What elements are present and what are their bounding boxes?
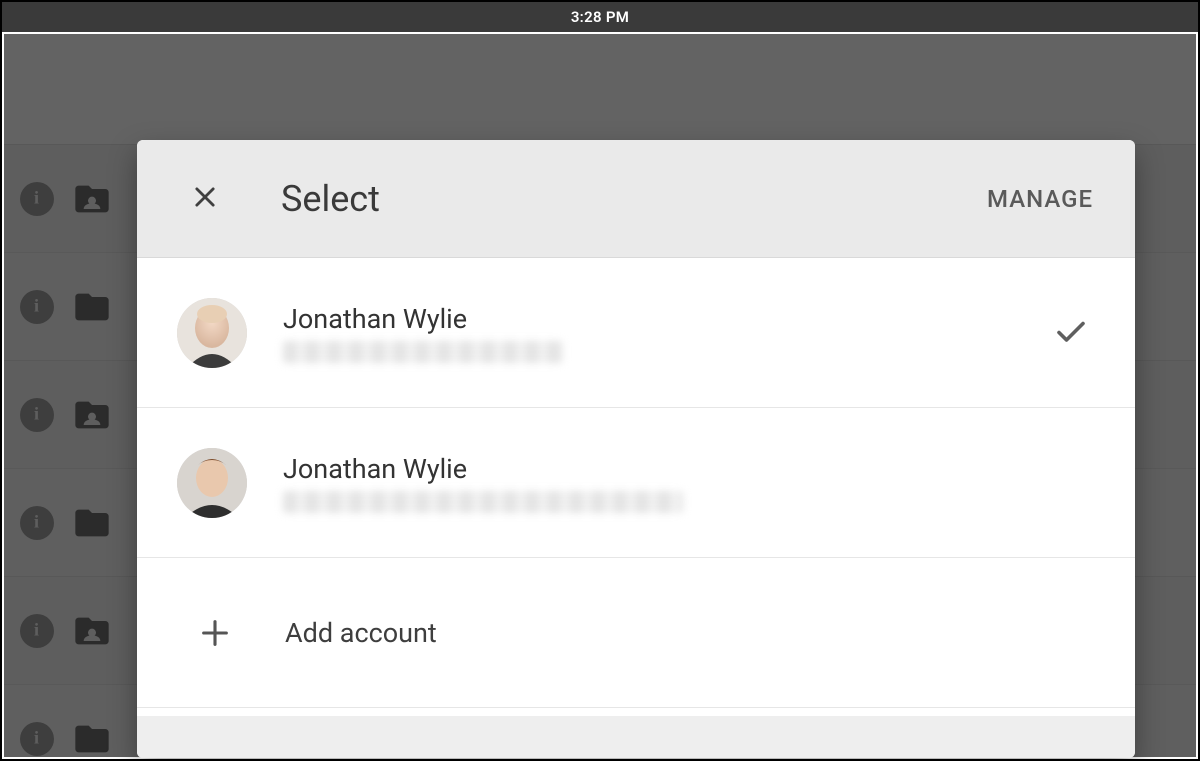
close-icon xyxy=(191,183,219,215)
manage-button[interactable]: MANAGE xyxy=(981,177,1099,221)
avatar xyxy=(177,448,247,518)
check-icon xyxy=(1053,313,1089,353)
account-name: Jonathan Wylie xyxy=(283,303,1047,335)
add-account-label: Add account xyxy=(285,617,437,649)
account-row-1[interactable]: Jonathan Wylie xyxy=(137,408,1135,558)
plus-icon xyxy=(193,611,237,655)
dialog-footer xyxy=(137,716,1135,758)
account-name: Jonathan Wylie xyxy=(283,453,1095,485)
close-button[interactable] xyxy=(185,179,225,219)
status-time: 3:28 PM xyxy=(571,8,629,26)
avatar xyxy=(177,298,247,368)
account-email-redacted xyxy=(283,341,563,363)
account-email-redacted xyxy=(283,491,683,513)
account-row-0[interactable]: Jonathan Wylie xyxy=(137,258,1135,408)
status-bar: 3:28 PM xyxy=(2,2,1198,32)
dialog-title: Select xyxy=(281,178,981,220)
dialog-header: Select MANAGE xyxy=(137,140,1135,258)
account-list: Jonathan Wylie xyxy=(137,258,1135,716)
selected-check xyxy=(1047,313,1095,353)
add-account-row[interactable]: Add account xyxy=(137,558,1135,708)
account-select-dialog: Select MANAGE xyxy=(137,140,1135,758)
